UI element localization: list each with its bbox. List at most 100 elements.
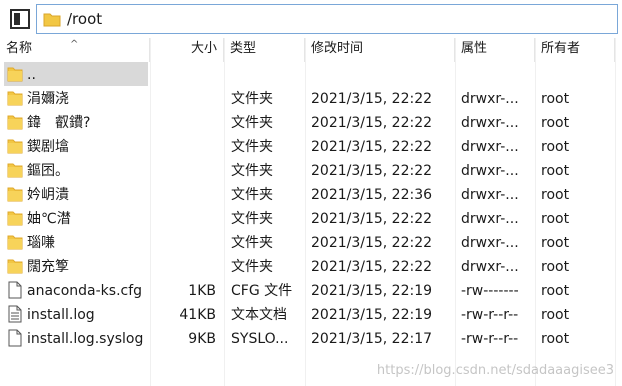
column-header-owner[interactable]: 所有者 (535, 38, 615, 62)
file-row[interactable]: 瑙嗛 文件夹 2021/3/15, 22:22 drwxr-... root (0, 230, 622, 254)
file-row[interactable]: 涓嬭浇 文件夹 2021/3/15, 22:22 drwxr-... root (0, 86, 622, 110)
file-type: 文件夹 (231, 163, 273, 179)
column-header-name[interactable]: 名称 ^ (0, 38, 150, 62)
text-file-icon (7, 305, 23, 323)
column-header-label: 修改时间 (311, 41, 364, 56)
sort-ascending-icon: ^ (70, 39, 79, 50)
file-name: 涓嬭浇 (27, 91, 69, 107)
file-size (150, 185, 216, 205)
file-size: 9KB (188, 331, 216, 347)
folder-icon (7, 209, 23, 227)
folder-icon (7, 257, 23, 275)
file-owner: root (541, 283, 570, 299)
file-size (150, 233, 216, 253)
file-modified: 2021/3/15, 22:22 (311, 139, 433, 155)
file-type: 文本文档 (231, 307, 287, 323)
file-modified: 2021/3/15, 22:22 (311, 211, 433, 227)
file-modified: 2021/3/15, 22:22 (311, 115, 433, 131)
column-header-type[interactable]: 类型 (224, 38, 305, 62)
file-name: 闊充箰 (27, 259, 69, 275)
file-modified: 2021/3/15, 22:22 (311, 235, 433, 251)
file-row[interactable]: 闊充箰 文件夹 2021/3/15, 22:22 drwxr-... root (0, 254, 622, 278)
file-modified (311, 65, 455, 85)
file-owner: root (541, 211, 570, 227)
file-attributes: -rw-r--r-- (461, 331, 519, 347)
column-header-label: 属性 (461, 41, 488, 56)
file-name: anaconda-ks.cfg (27, 283, 143, 299)
file-owner: root (541, 307, 570, 323)
panel-icon (14, 13, 20, 25)
file-size: 41KB (179, 307, 216, 323)
file-size (150, 257, 216, 277)
file-modified: 2021/3/15, 22:19 (311, 307, 433, 323)
file-attributes: -rw------- (461, 283, 519, 299)
file-attributes: drwxr-... (461, 235, 519, 251)
toggle-panel-button[interactable] (10, 9, 30, 29)
file-type: 文件夹 (231, 259, 273, 275)
path-text: /root (67, 10, 103, 28)
file-row[interactable]: 妯℃澘 文件夹 2021/3/15, 22:22 drwxr-... root (0, 206, 622, 230)
file-modified: 2021/3/15, 22:22 (311, 163, 433, 179)
file-icon (7, 281, 23, 299)
folder-icon (7, 113, 23, 131)
folder-icon (7, 137, 23, 155)
file-modified: 2021/3/15, 22:17 (311, 331, 433, 347)
file-attributes (461, 65, 535, 85)
file-row[interactable]: anaconda-ks.cfg 1KB CFG 文件 2021/3/15, 22:19… (0, 278, 622, 302)
folder-icon (7, 89, 23, 107)
file-size (150, 113, 216, 133)
file-owner: root (541, 139, 570, 155)
path-input[interactable]: /root (36, 4, 618, 34)
file-attributes: drwxr-... (461, 139, 519, 155)
column-header-size[interactable]: 大小 (150, 38, 224, 62)
column-header-attributes[interactable]: 属性 (455, 38, 535, 62)
file-type: 文件夹 (231, 235, 273, 251)
column-headers: 名称 ^ 大小 类型 修改时间 属性 所有者 (0, 38, 622, 62)
folder-icon (43, 13, 61, 27)
column-header-label: 所有者 (541, 41, 581, 56)
file-attributes: drwxr-... (461, 115, 519, 131)
file-name: .. (27, 67, 36, 83)
parent-directory-row[interactable]: .. (0, 62, 622, 86)
file-row[interactable]: 鍏 叡鐨? 文件夹 2021/3/15, 22:22 drwxr-... root (0, 110, 622, 134)
file-size (150, 137, 216, 157)
file-attributes: drwxr-... (461, 211, 519, 227)
file-type: 文件夹 (231, 139, 273, 155)
folder-icon (7, 65, 23, 83)
file-row[interactable]: install.log 41KB 文本文档 2021/3/15, 22:19 -rw-r… (0, 302, 622, 326)
file-attributes: -rw-r--r-- (461, 307, 519, 323)
file-owner: root (541, 163, 570, 179)
column-header-modified[interactable]: 修改时间 (305, 38, 455, 62)
file-modified: 2021/3/15, 22:22 (311, 91, 433, 107)
file-modified: 2021/3/15, 22:22 (311, 259, 433, 275)
file-modified: 2021/3/15, 22:36 (311, 187, 433, 203)
file-type: 文件夹 (231, 187, 273, 203)
file-name: 鏂囨。 (27, 163, 69, 179)
file-type: SYSLO... (231, 331, 289, 347)
file-name: 瑙嗛 (27, 235, 55, 251)
file-name: install.log (27, 307, 95, 323)
file-row[interactable]: 妗岄潰 文件夹 2021/3/15, 22:36 drwxr-... root (0, 182, 622, 206)
column-header-label: 名称 (6, 41, 33, 56)
file-size (150, 65, 216, 85)
file-owner (541, 65, 611, 85)
file-row[interactable]: install.log.syslog 9KB SYSLO... 2021/3/15, … (0, 326, 622, 350)
file-icon (7, 329, 23, 347)
file-name: 妗岄潰 (27, 187, 69, 203)
file-row[interactable]: 鍥剧墖 文件夹 2021/3/15, 22:22 drwxr-... root (0, 134, 622, 158)
file-size (150, 209, 216, 229)
file-size (150, 161, 216, 181)
file-type: 文件夹 (231, 115, 273, 131)
file-attributes: drwxr-... (461, 91, 519, 107)
column-header-label: 类型 (230, 41, 257, 56)
file-name: 鍥剧墖 (27, 139, 69, 155)
path-bar: /root (0, 0, 622, 38)
column-header-label: 大小 (190, 41, 217, 56)
file-type: 文件夹 (231, 211, 273, 227)
file-modified: 2021/3/15, 22:19 (311, 283, 433, 299)
file-owner: root (541, 187, 570, 203)
file-type: CFG 文件 (231, 283, 293, 299)
file-type (231, 65, 303, 85)
file-row[interactable]: 鏂囨。 文件夹 2021/3/15, 22:22 drwxr-... root (0, 158, 622, 182)
watermark: https://blog.csdn.net/sdadaaagisee3 (376, 363, 614, 378)
